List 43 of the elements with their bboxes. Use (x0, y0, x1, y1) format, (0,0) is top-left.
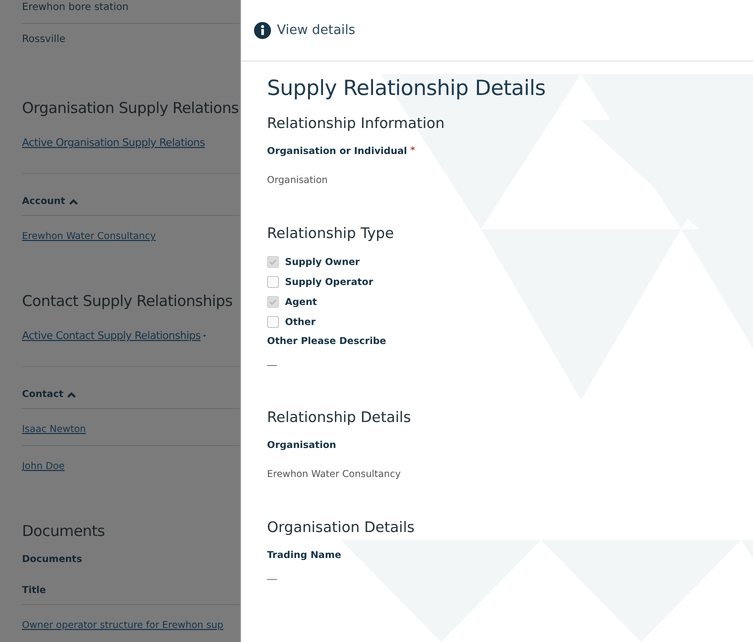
row-link[interactable]: Isaac Newton (22, 424, 86, 435)
filter-link[interactable]: Active Organisation Supply Relations (22, 137, 205, 149)
checkbox[interactable] (267, 276, 279, 288)
required-mark: * (410, 146, 416, 156)
checkbox-label: Agent (285, 296, 317, 308)
caret-icon (202, 334, 206, 338)
table-label: Documents (22, 553, 84, 567)
section-heading: Documents (22, 522, 106, 540)
row-link[interactable]: John Doe (22, 461, 65, 472)
panel-title: Supply Relationship Details (267, 76, 547, 100)
section-heading: Relationship Details (267, 410, 412, 426)
chevron-up-icon[interactable] (69, 198, 78, 204)
section-heading: Relationship Information (267, 116, 446, 132)
checkbox-label: Supply Operator (285, 276, 374, 288)
filter-link[interactable]: Active Contact Supply Relationships (22, 330, 201, 342)
section-heading: Contact Supply Relationships (22, 292, 234, 310)
section-heading: Organisation Details (267, 520, 416, 536)
field-label: Organisation (267, 440, 338, 451)
field-value: Erewhon Water Consultancy (267, 469, 402, 480)
location-text: Rossville (22, 33, 66, 47)
section-heading: Organisation Supply Relations (22, 99, 240, 117)
section-heading: Relationship Type (267, 226, 395, 242)
row-link[interactable]: Owner operator structure for Erewhon sup (22, 620, 224, 631)
field-label: Other Please Describe (267, 336, 388, 347)
checkbox-label: Other (285, 316, 316, 328)
row-link[interactable]: Erewhon Water Consultancy (22, 231, 156, 242)
empty-value-dash (267, 365, 277, 366)
empty-value-dash (267, 579, 277, 580)
tick-icon (269, 258, 277, 266)
field-value: Organisation (267, 175, 329, 186)
tick-icon (269, 298, 277, 306)
checkbox[interactable] (267, 296, 279, 308)
location-text: Erewhon bore station (22, 0, 240, 24)
panel-header-title: View details (277, 22, 356, 38)
field-label: Organisation or Individual (267, 146, 408, 157)
chevron-up-icon[interactable] (67, 392, 76, 398)
column-header[interactable]: Account (22, 196, 66, 207)
checkbox-label: Supply Owner (285, 256, 360, 268)
checkbox[interactable] (267, 256, 279, 268)
info-icon (254, 22, 271, 38)
column-header[interactable]: Contact (22, 389, 64, 400)
checkbox[interactable] (267, 316, 279, 328)
field-label: Trading Name (267, 550, 342, 561)
